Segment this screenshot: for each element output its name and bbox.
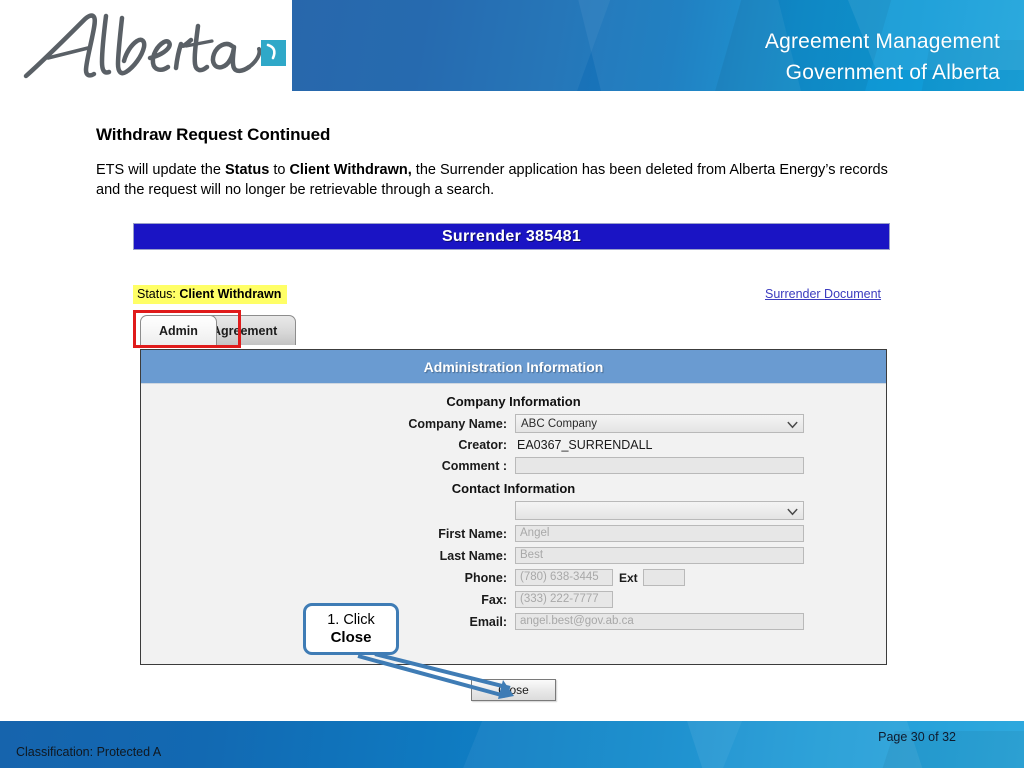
- body-bold-status: Status: [224, 162, 270, 178]
- classification-label: Classification: Protected A: [16, 745, 162, 759]
- page-footer: Classification: Protected A: [0, 721, 1024, 768]
- body-text-2: to: [269, 162, 290, 178]
- field-row-first-name: First Name: Angel: [141, 525, 886, 542]
- contact-information-heading: Contact Information: [451, 481, 576, 496]
- status-badge: Status: Client Withdrawn: [133, 285, 288, 304]
- header-title-line1: Agreement Management: [764, 30, 1000, 53]
- header-title: Agreement Management Government of Alber…: [765, 26, 1000, 88]
- field-row-email: Email: angel.best@gov.ab.ca: [141, 613, 886, 630]
- header-title-line2: Government of Alberta: [785, 61, 1000, 84]
- chevron-down-icon: [787, 508, 798, 516]
- surrender-document-link[interactable]: Surrender Document: [765, 287, 881, 301]
- field-row-company-name: Company Name: ABC Company: [141, 414, 886, 433]
- company-name-value: ABC Company: [521, 417, 598, 430]
- callout-click-close: 1. Click Close: [303, 603, 399, 655]
- alberta-logo: [18, 6, 286, 90]
- close-button[interactable]: Close: [471, 679, 556, 701]
- status-value: Client Withdrawn: [179, 287, 282, 301]
- phone-input[interactable]: (780) 638-3445: [515, 569, 613, 586]
- fax-input[interactable]: (333) 222-7777: [515, 591, 613, 608]
- chevron-down-icon: [787, 421, 798, 429]
- field-row-comment: Comment :: [141, 457, 886, 474]
- label-last-name: Last Name:: [439, 548, 507, 563]
- body-bold-client-withdrawn: Client Withdrawn,: [289, 162, 412, 178]
- page-number: Page 30 of 32: [878, 730, 956, 744]
- body-text-1: ETS will update the: [96, 162, 225, 178]
- header-blue-band: Agreement Management Government of Alber…: [292, 0, 1024, 91]
- page-header: Agreement Management Government of Alber…: [0, 0, 1024, 91]
- callout-line2: Close: [330, 629, 372, 646]
- field-row-contact-select: [141, 501, 886, 520]
- field-row-fax: Fax: (333) 222-7777: [141, 591, 886, 608]
- slide-body: ETS will update the Status to Client Wit…: [96, 160, 908, 200]
- creator-value: EA0367_SURRENDALL: [517, 438, 653, 452]
- field-row-creator: Creator: EA0367_SURRENDALL: [141, 438, 886, 452]
- tab-admin[interactable]: Admin: [140, 315, 217, 345]
- administration-panel: Administration Information Company Infor…: [140, 349, 887, 665]
- contact-select[interactable]: [515, 501, 804, 520]
- company-information-heading: Company Information: [446, 394, 581, 409]
- status-label: Status:: [137, 287, 176, 301]
- email-input[interactable]: angel.best@gov.ab.ca: [515, 613, 804, 630]
- label-company-name: Company Name:: [408, 416, 507, 431]
- company-name-select[interactable]: ABC Company: [515, 414, 804, 433]
- last-name-input[interactable]: Best: [515, 547, 804, 564]
- label-ext: Ext: [619, 570, 638, 585]
- panel-header: Administration Information: [141, 350, 886, 384]
- callout-line1: 1. Click: [327, 612, 375, 628]
- ext-input[interactable]: [642, 569, 685, 586]
- field-row-last-name: Last Name: Best: [141, 547, 886, 564]
- field-row-phone: Phone: (780) 638-3445 Ext: [141, 569, 886, 586]
- app-titlebar: Surrender 385481: [133, 223, 890, 250]
- header-facet-1: [292, 0, 622, 91]
- slide-title: Withdraw Request Continued: [96, 125, 331, 144]
- label-creator: Creator:: [458, 438, 507, 452]
- slide-page: Agreement Management Government of Alber…: [0, 0, 1024, 768]
- comment-input[interactable]: [515, 457, 804, 474]
- label-phone: Phone:: [464, 570, 507, 585]
- label-first-name: First Name:: [438, 526, 507, 541]
- first-name-input[interactable]: Angel: [515, 525, 804, 542]
- label-comment: Comment :: [441, 458, 507, 473]
